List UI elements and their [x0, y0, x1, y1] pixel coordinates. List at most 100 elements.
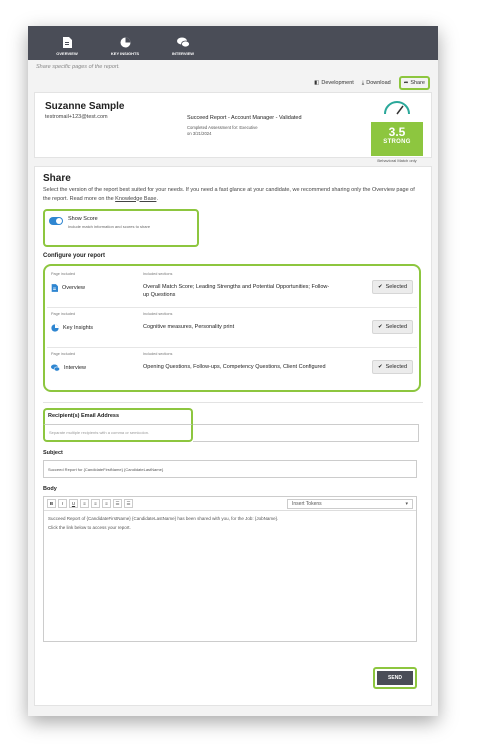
- numbered-list-button[interactable]: ☰: [124, 499, 133, 509]
- page-row-overview: Page included Included sections Overview…: [47, 268, 417, 309]
- body-line-1: Succeed Report of {CandidateFirstName} {…: [48, 516, 279, 522]
- align-center-button[interactable]: ≡: [91, 499, 100, 509]
- body-textarea[interactable]: Succeed Report of {CandidateFirstName} {…: [44, 511, 416, 641]
- page-row-interview: Page included Included sections Intervie…: [47, 348, 417, 388]
- page-included-label: Page included: [51, 272, 76, 277]
- show-score-toggle[interactable]: [49, 217, 63, 226]
- pie-chart-icon: [120, 37, 130, 48]
- nav-key-insights[interactable]: KEY INSIGHTS: [100, 37, 150, 60]
- bold-button[interactable]: B: [47, 499, 56, 509]
- page-included-label: Page included: [51, 352, 76, 357]
- selected-label: Selected: [385, 364, 407, 371]
- page-row-key-insights: Page included Included sections Key Insi…: [47, 308, 417, 349]
- report-share-window: OVERVIEW KEY INSIGHTS INTERVIEW Share sp…: [28, 26, 438, 716]
- score-label: Behavioral Match only: [377, 158, 417, 163]
- nav-overview[interactable]: OVERVIEW: [42, 37, 92, 60]
- check-icon: ✔: [377, 284, 383, 291]
- candidate-name: Suzanne Sample: [45, 101, 125, 112]
- download-icon: ⤓: [361, 79, 365, 86]
- selected-label: Selected: [385, 284, 407, 291]
- download-label: Download: [366, 80, 391, 86]
- share-caption: Share specific pages of the report.: [36, 64, 120, 70]
- match-score: 3.5 STRONG Behavioral Match only: [371, 101, 423, 163]
- insert-tokens-dropdown[interactable]: Insert Tokens ▾: [287, 498, 413, 509]
- body-line-2: Click the link below to access your repo…: [48, 525, 131, 531]
- share-icon: ➦: [403, 80, 409, 86]
- gauge-icon: [384, 101, 410, 115]
- page-name-label: Key Insights: [63, 325, 93, 332]
- page-included-label: Page included: [51, 312, 76, 317]
- send-button-highlight: SEND: [373, 667, 417, 689]
- nav-overview-label: OVERVIEW: [56, 51, 78, 56]
- show-score-text: Show Score Include match information and…: [68, 216, 150, 240]
- configure-heading: Configure your report: [43, 253, 106, 260]
- recipients-input[interactable]: Separate multiple recipients with a comm…: [43, 424, 419, 443]
- download-button[interactable]: ⤓ Download: [362, 80, 391, 87]
- sections-label: Included sections: [143, 352, 173, 357]
- chevron-down-icon: ▾: [405, 500, 408, 507]
- italic-button[interactable]: I: [58, 499, 67, 509]
- report-pages-list: Page included Included sections Overview…: [43, 264, 421, 393]
- recipients-label: Recipient(s) Email Address: [43, 408, 193, 425]
- share-button[interactable]: ➦ Share: [398, 76, 430, 90]
- share-description: Select the version of the report best su…: [43, 186, 423, 203]
- completed-date: on 3/21/2024: [187, 131, 212, 137]
- document-icon: [51, 284, 58, 292]
- report-top-nav: OVERVIEW KEY INSIGHTS INTERVIEW: [28, 26, 438, 60]
- selected-button[interactable]: ✔ Selected: [371, 320, 413, 335]
- page-name: Overview: [51, 284, 85, 292]
- page-sections: Opening Questions, Follow-ups, Competenc…: [143, 364, 326, 371]
- description-text: Select the version of the report best su…: [43, 187, 415, 202]
- page-sections: Cognitive measures, Personality print: [143, 324, 235, 331]
- recipients-input-extension[interactable]: [193, 424, 419, 443]
- selected-label: Selected: [385, 324, 407, 331]
- selected-button[interactable]: ✔ Selected: [371, 360, 413, 375]
- subject-label: Subject: [43, 450, 63, 457]
- description-end: .: [156, 195, 158, 202]
- score-box: 3.5 STRONG: [371, 122, 423, 156]
- align-right-button[interactable]: ≡: [102, 499, 111, 509]
- send-button[interactable]: SEND: [377, 671, 413, 685]
- check-icon: ✔: [377, 324, 383, 331]
- score-band: STRONG: [383, 139, 411, 145]
- development-button[interactable]: ◧ Development: [314, 80, 354, 86]
- knowledge-base-link[interactable]: Knowledge Base: [115, 196, 156, 202]
- report-info: Succeed Report - Account Manager - Valid…: [187, 115, 317, 138]
- body-label: Body: [43, 486, 57, 493]
- subject-input[interactable]: Succeed Report for {CandidateFirstName} …: [43, 460, 417, 479]
- show-score-option: Show Score Include match information and…: [43, 209, 199, 248]
- divider: [43, 402, 423, 404]
- check-icon: ✔: [377, 364, 383, 371]
- show-score-title: Show Score: [68, 216, 98, 223]
- recipients-placeholder: Separate multiple recipients with a comm…: [49, 430, 150, 436]
- development-label: Development: [321, 80, 354, 86]
- body-block: Body B I U ≡ ≡ ≡ ☰ ☰ Insert Tokens ▾ Suc…: [43, 486, 423, 643]
- chat-bubbles-icon: [176, 37, 190, 48]
- align-left-button[interactable]: ≡: [80, 499, 89, 509]
- report-title: Succeed Report - Account Manager - Valid…: [187, 115, 302, 121]
- editor-toolbar: B I U ≡ ≡ ≡ ☰ ☰ Insert Tokens ▾: [44, 497, 416, 512]
- document-icon: [63, 37, 72, 48]
- chat-bubbles-icon: [51, 364, 60, 372]
- nav-key-insights-label: KEY INSIGHTS: [110, 51, 140, 56]
- share-panel: Share Select the version of the report b…: [34, 166, 432, 706]
- share-heading: Share: [43, 173, 71, 184]
- selected-button[interactable]: ✔ Selected: [371, 280, 413, 295]
- subject-block: Subject Succeed Report for {CandidateFir…: [43, 450, 423, 479]
- score-value: 3.5: [388, 125, 406, 139]
- nav-interview[interactable]: INTERVIEW: [158, 37, 208, 60]
- sections-label: Included sections: [143, 272, 173, 277]
- body-editor: B I U ≡ ≡ ≡ ☰ ☰ Insert Tokens ▾ Succeed …: [43, 496, 417, 643]
- insert-tokens-label: Insert Tokens: [292, 500, 322, 507]
- page-name-label: Interview: [64, 365, 87, 372]
- page-name-label: Overview: [62, 285, 85, 292]
- report-completed: Completed Assessment for: Executive on 3…: [187, 125, 317, 138]
- underline-button[interactable]: U: [69, 499, 78, 509]
- sections-label: Included sections: [143, 312, 173, 317]
- share-label: Share: [410, 80, 425, 86]
- development-icon: ◧: [314, 80, 320, 86]
- page-name: Interview: [51, 364, 86, 372]
- bullet-list-button[interactable]: ☰: [113, 499, 122, 509]
- pie-chart-icon: [51, 324, 59, 332]
- nav-interview-label: INTERVIEW: [171, 51, 195, 56]
